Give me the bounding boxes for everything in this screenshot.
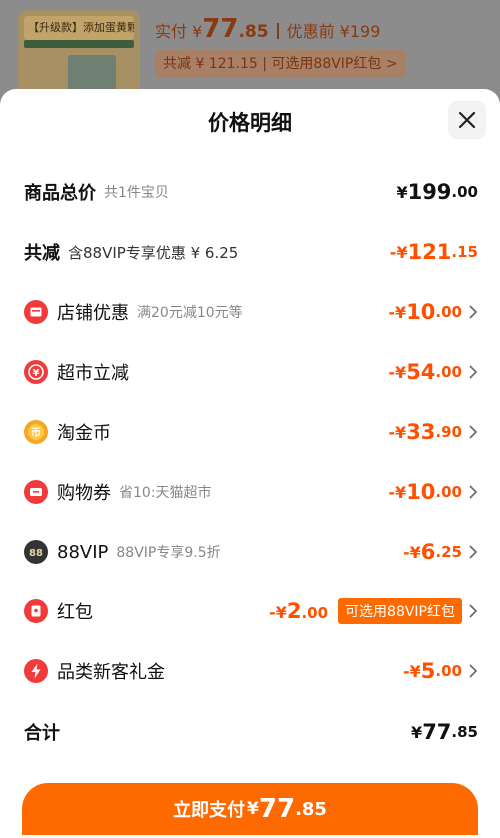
product-banner: 【升级款】添加蛋黄颗粒 实付 ¥77.85优惠前 ¥199 共减 ¥ 121.1…: [0, 0, 500, 105]
sheet-title: 价格明细: [208, 111, 292, 135]
redpacket-icon: [24, 599, 48, 623]
row-new-customer-gift[interactable]: 品类新客礼金 -¥ 5.00: [0, 649, 500, 693]
total-reduction-amount: -¥ 121.15: [389, 240, 478, 264]
banner-saved-pill: 共减 ¥ 121.15 | 可选用88VIP红包 >: [155, 50, 406, 78]
ticket-icon: [24, 480, 48, 504]
row-sum-total: 合计 ¥77.85: [24, 720, 478, 744]
chevron-right-icon: [468, 305, 478, 319]
pay-now-button[interactable]: 立即支付 ¥77.85: [22, 783, 478, 835]
chevron-right-icon: [468, 604, 478, 618]
coin-icon: 币: [24, 420, 48, 444]
vip-icon: 88: [24, 540, 48, 564]
svg-text:¥: ¥: [33, 368, 40, 379]
product-tag: 【升级款】添加蛋黄颗粒: [24, 16, 134, 40]
row-shopping-coupon[interactable]: 购物券 省10:天猫超市 -¥ 10.00: [0, 470, 500, 514]
row-shop-discount[interactable]: 店铺优惠 满20元减10元等 -¥ 10.00: [0, 290, 500, 334]
chevron-right-icon: [468, 485, 478, 499]
lightning-icon: [24, 659, 48, 683]
chevron-right-icon: [468, 664, 478, 678]
close-button[interactable]: [448, 101, 486, 139]
shop-icon: [24, 300, 48, 324]
original-price: 优惠前 ¥199: [286, 22, 381, 41]
row-goods-total: 商品总价 共1件宝贝 ¥199.00: [24, 180, 478, 204]
svg-text:币: 币: [31, 427, 41, 439]
chevron-right-icon: [468, 425, 478, 439]
banner-price: 实付 ¥77.85 优惠前 ¥199: [155, 14, 381, 44]
row-taojinbi[interactable]: 币 淘金币 -¥ 33.90: [0, 410, 500, 454]
sum-total-amount: ¥77.85: [411, 720, 478, 744]
price-detail-sheet: 价格明细 商品总价 共1件宝贝 ¥199.00 共减 含88VIP专享优惠 ¥ …: [0, 89, 500, 838]
row-supermarket-discount[interactable]: ¥ 超市立减 -¥ 54.00: [0, 350, 500, 394]
row-total-reduction: 共减 含88VIP专享优惠 ¥ 6.25 -¥ 121.15: [24, 240, 478, 264]
row-red-packet[interactable]: 红包 -¥2.00 可选用88VIP红包: [0, 589, 500, 633]
yen-icon: ¥: [24, 360, 48, 384]
row-88vip[interactable]: 88 88VIP 88VIP专享9.5折 -¥ 6.25: [0, 530, 500, 574]
svg-text:88: 88: [29, 548, 43, 559]
goods-total-amount: ¥199.00: [396, 180, 478, 204]
chevron-right-icon: [468, 365, 478, 379]
close-icon: [458, 111, 476, 129]
chevron-right-icon: [468, 545, 478, 559]
vip-redpacket-pill[interactable]: 可选用88VIP红包: [338, 598, 462, 624]
